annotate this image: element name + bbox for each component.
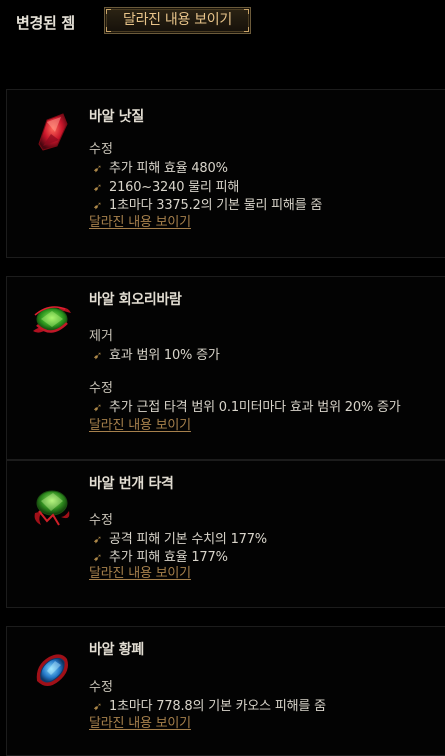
removal-heading: 제거 <box>89 329 113 344</box>
green-whirl-gem-icon <box>27 295 77 345</box>
show-diff-link[interactable]: 달라진 내용 보이기 <box>89 712 191 731</box>
green-lightning-gem-icon <box>27 481 77 531</box>
arrow-bullet-icon: ➹ <box>93 401 103 414</box>
gem-card-reap: 바알 낫질 수정 ➹ 추가 피해 효율 480% ➹ 2160~3240 물리 피해… <box>6 89 445 258</box>
gem-card-lightning-strike: 바알 번개 타격 수정 ➹ 공격 피해 기본 수치의 177% ➹ 추가 피해 효율… <box>6 460 445 608</box>
frame-corner <box>244 27 249 32</box>
show-diff-button-label: 달라진 내용 보이기 <box>123 12 232 28</box>
mod-line-text: 공격 피해 기본 수치의 177% <box>109 532 267 547</box>
arrow-bullet-icon: ➹ <box>93 349 103 362</box>
page-header: 변경된 젬 달라진 내용 보이기 <box>0 0 445 44</box>
mod-line: ➹ 효과 범위 10% 증가 <box>93 344 220 363</box>
modification-heading: 수정 <box>89 381 113 396</box>
mod-line-text: 2160~3240 물리 피해 <box>109 180 240 195</box>
gem-name: 바알 낫질 <box>89 109 144 125</box>
modification-heading: 수정 <box>89 142 113 157</box>
mod-line-text: 효과 범위 10% 증가 <box>109 348 220 363</box>
gem-name: 바알 번개 타격 <box>89 476 174 492</box>
mod-line-text: 추가 근접 타격 범위 0.1미터마다 효과 범위 20% 증가 <box>109 400 401 415</box>
frame-corner <box>106 9 111 14</box>
mod-line: ➹ 공격 피해 기본 수치의 177% <box>93 528 267 547</box>
gem-name: 바알 황폐 <box>89 642 144 658</box>
show-diff-link[interactable]: 달라진 내용 보이기 <box>89 562 191 581</box>
arrow-bullet-icon: ➹ <box>93 181 103 194</box>
gem-name: 바알 회오리바람 <box>89 292 182 308</box>
gem-card-blight: 바알 황폐 수정 ➹ 1초마다 778.8의 기본 카오스 피해를 줌 달라진 내… <box>6 626 445 756</box>
show-diff-link[interactable]: 달라진 내용 보이기 <box>89 414 191 433</box>
gem-card-cyclone: 바알 회오리바람 제거 ➹ 효과 범위 10% 증가 수정 ➹ 추가 근접 타격 범… <box>6 276 445 460</box>
frame-corner <box>106 27 111 32</box>
page-title: 변경된 젬 <box>16 14 75 32</box>
mod-line: ➹ 추가 피해 효율 480% <box>93 157 228 176</box>
mod-line-text: 추가 피해 효율 480% <box>109 161 228 176</box>
modification-heading: 수정 <box>89 513 113 528</box>
show-diff-link[interactable]: 달라진 내용 보이기 <box>89 211 191 230</box>
mod-line: ➹ 추가 근접 타격 범위 0.1미터마다 효과 범위 20% 증가 <box>93 396 401 415</box>
blue-blight-gem-icon <box>27 645 77 695</box>
show-diff-button[interactable]: 달라진 내용 보이기 <box>104 7 251 34</box>
frame-corner <box>244 9 249 14</box>
modification-heading: 수정 <box>89 680 113 695</box>
arrow-bullet-icon: ➹ <box>93 162 103 175</box>
arrow-bullet-icon: ➹ <box>93 533 103 546</box>
red-crystal-gem-icon <box>27 106 77 156</box>
mod-line: ➹ 2160~3240 물리 피해 <box>93 176 239 195</box>
